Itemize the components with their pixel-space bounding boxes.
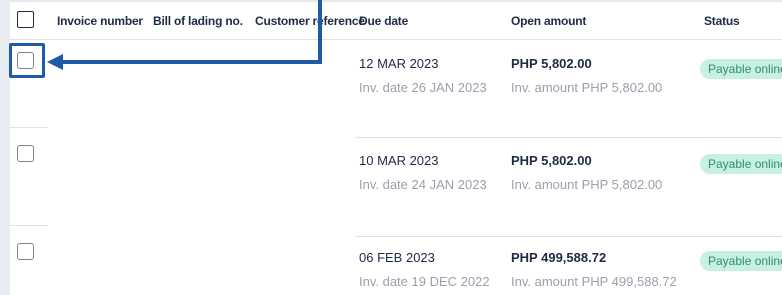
open-amount: PHP 499,588.72 bbox=[511, 250, 607, 265]
due-date: 12 MAR 2023 bbox=[359, 56, 439, 71]
status-badge: Payable online bbox=[700, 154, 782, 174]
column-header-status[interactable]: Status bbox=[704, 14, 740, 28]
select-all-checkbox[interactable] bbox=[17, 11, 34, 28]
row-divider bbox=[355, 137, 782, 138]
column-header-customer-reference[interactable]: Customer reference bbox=[255, 14, 365, 28]
due-date: 10 MAR 2023 bbox=[359, 153, 439, 168]
open-amount: PHP 5,802.00 bbox=[511, 56, 592, 71]
row-divider bbox=[355, 236, 782, 237]
row-divider bbox=[10, 127, 48, 128]
row-divider bbox=[10, 225, 48, 226]
invoice-date: Inv. date 24 JAN 2023 bbox=[359, 177, 487, 192]
table-header: Invoice number Bill of lading no. Custom… bbox=[10, 2, 782, 40]
invoice-amount: Inv. amount PHP 5,802.00 bbox=[511, 177, 663, 192]
row-checkbox[interactable] bbox=[17, 243, 34, 260]
row-checkbox[interactable] bbox=[17, 145, 34, 162]
invoice-date: Inv. date 19 DEC 2022 bbox=[359, 274, 490, 289]
arrow-left-icon bbox=[47, 54, 63, 70]
annotation-line-horizontal bbox=[60, 60, 322, 64]
due-date: 06 FEB 2023 bbox=[359, 250, 435, 265]
highlight-box bbox=[9, 43, 45, 78]
invoice-date: Inv. date 26 JAN 2023 bbox=[359, 80, 487, 95]
open-amount: PHP 5,802.00 bbox=[511, 153, 592, 168]
column-header-due-date[interactable]: Due date bbox=[359, 14, 408, 28]
status-badge: Payable online bbox=[700, 251, 782, 271]
column-header-invoice-number[interactable]: Invoice number bbox=[57, 14, 143, 28]
invoice-amount: Inv. amount PHP 499,588.72 bbox=[511, 274, 677, 289]
status-badge: Payable online bbox=[700, 59, 782, 79]
invoice-amount: Inv. amount PHP 5,802.00 bbox=[511, 80, 663, 95]
annotation-line-vertical bbox=[318, 0, 322, 64]
column-header-bill-of-lading[interactable]: Bill of lading no. bbox=[153, 14, 243, 28]
column-header-open-amount[interactable]: Open amount bbox=[511, 14, 586, 28]
